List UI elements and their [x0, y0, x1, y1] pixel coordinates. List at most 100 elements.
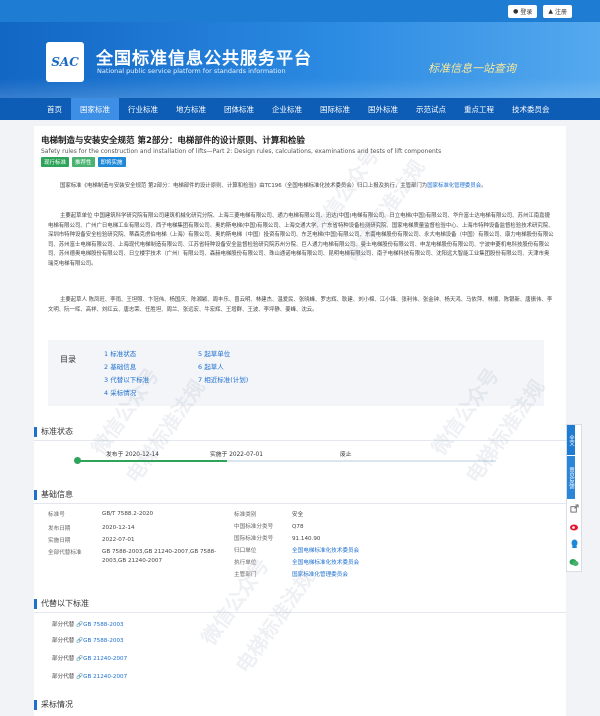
site-banner: SAC 全国标准信息公共服务平台 National public service… [0, 22, 600, 98]
description-paragraph: 国家标准《电梯制造与安装安全规范 第2部分：电梯部件的设计原则、计算和检验》由T… [48, 182, 554, 192]
replace-type: 部分代替 [52, 674, 75, 680]
status-tag: 推荐性 [72, 157, 95, 167]
nav-item[interactable]: 国外标准 [359, 98, 407, 120]
nav-item[interactable]: 国家标准 [71, 98, 119, 120]
info-value: 2020-12-14 [102, 525, 135, 531]
info-key: 标准类别 [234, 512, 257, 518]
replace-item: 部分代替 🔗GB 21240-2007 [52, 654, 127, 662]
department-link[interactable]: 国家标准化管理委员会 [427, 183, 481, 189]
sac-logo[interactable]: SAC [46, 42, 84, 82]
info-row: 主管部门 国家标准化管理委员会 [234, 570, 348, 578]
replace-type: 部分代替 [52, 622, 75, 628]
register-label: 注册 [554, 8, 567, 16]
site-subtitle: National public service platform for sta… [97, 67, 286, 75]
standard-english-title: Safety rules for the construction and in… [41, 148, 442, 155]
nav-item[interactable]: 行业标准 [119, 98, 167, 120]
info-value: Q78 [292, 524, 304, 530]
main-nav: 首页 国家标准 行业标准 地方标准 团体标准 企业标准 国际标准 国外标准 示范试点 重点工程 技术… [0, 98, 600, 120]
info-key: 国际标准分类号 [234, 536, 274, 542]
info-value: GB 7588-2003,GB 21240-2007,GB 7588-2003,… [102, 549, 217, 564]
replace-standard-link[interactable]: GB 7588-2003 [83, 638, 123, 644]
info-value: 2022-07-01 [102, 537, 135, 543]
watermark: 电梯标准法规 [228, 563, 321, 678]
nav-item[interactable]: 团体标准 [215, 98, 263, 120]
watermark-text: 微信公众号 [196, 553, 274, 650]
toc-item-status[interactable]: 1 标准状态 [104, 348, 136, 358]
adopt-heading-text: 采标情况 [41, 700, 73, 709]
top-bar: ● 登录 ▲ 注册 [0, 0, 600, 22]
info-row: 实施日期 2022-07-01 [48, 536, 248, 545]
floating-sidebar: 全文 意见反馈 [566, 424, 582, 572]
qq-icon[interactable] [567, 535, 581, 553]
toc-item-similar[interactable]: 7 相近标准(计划) [198, 374, 248, 384]
status-heading-text: 标准状态 [41, 427, 73, 436]
weibo-icon[interactable] [567, 517, 581, 535]
nav-item[interactable]: 国际标准 [311, 98, 359, 120]
nav-item[interactable]: 技术委员会 [503, 98, 559, 120]
replace-heading-text: 代替以下标准 [41, 599, 89, 608]
nav-item[interactable]: 重点工程 [455, 98, 503, 120]
toc-item-units[interactable]: 5 起草单位 [198, 348, 230, 358]
implement-date: 实施于 2022-07-01 [210, 452, 263, 458]
toc-item-basic[interactable]: 2 基础信息 [104, 361, 136, 371]
login-button[interactable]: ● 登录 [508, 4, 538, 18]
status-tag: 现行标准 [41, 157, 70, 167]
info-row: 发布日期 2020-12-14 [48, 524, 248, 533]
replace-item: 部分代替 🔗GB 7588-2003 [52, 636, 124, 644]
logo-text: SAC [51, 55, 79, 69]
table-of-contents: 目录 1 标准状态 2 基础信息 3 代替以下标准 4 采标情况 5 起草单位 … [48, 340, 544, 406]
info-key: 标准号 [48, 512, 65, 518]
nav-item[interactable]: 地方标准 [167, 98, 215, 120]
basic-section-heading: 基础信息 [34, 489, 73, 500]
status-timeline [76, 460, 496, 462]
banner-slogan: 标准信息一站查询 [428, 62, 516, 75]
fulltext-button[interactable]: 全文 [567, 425, 575, 455]
heading-bar [34, 426, 37, 437]
toc-item-drafters[interactable]: 6 起草人 [198, 361, 224, 371]
drafting-units-paragraph: 主要起草单位 中国建筑科学研究院有限公司建筑机械化研究分院、上海三菱电梯有限公司… [48, 213, 554, 267]
toc-item-replace[interactable]: 3 代替以下标准 [104, 374, 149, 384]
replace-standard-link[interactable]: GB 7588-2003 [83, 622, 123, 628]
replace-standard-link[interactable]: GB 21240-2007 [83, 674, 127, 680]
nav-item[interactable]: 首页 [38, 98, 71, 120]
nav-item[interactable]: 企业标准 [263, 98, 311, 120]
description-text: 国家标准《电梯制造与安装安全规范 第2部分：电梯部件的设计原则、计算和检验》由T… [60, 183, 428, 189]
register-button[interactable]: ▲ 注册 [543, 4, 572, 18]
replace-standard-link[interactable]: GB 21240-2007 [83, 656, 127, 662]
heading-bar [34, 699, 37, 710]
info-link[interactable]: 全国电梯标准化技术委员会 [292, 560, 359, 566]
standard-detail-card: 电梯制造与安装安全规范 第2部分：电梯部件的设计原则、计算和检验 Safety … [34, 126, 566, 716]
replace-item: 部分代替 🔗GB 7588-2003 [52, 620, 124, 628]
basic-heading-text: 基础信息 [41, 490, 73, 499]
status-tag: 即将实施 [97, 157, 126, 167]
standard-title: 电梯制造与安装安全规范 第2部分：电梯部件的设计原则、计算和检验 [41, 136, 305, 146]
replace-type: 部分代替 [52, 656, 75, 662]
user-icon: ● [513, 7, 519, 15]
info-row: 标准号 GB/T 7588.2-2020 [48, 510, 248, 519]
divider [34, 440, 566, 441]
description-suffix: 。 [481, 183, 487, 189]
replace-item: 部分代替 🔗GB 21240-2007 [52, 672, 127, 680]
info-link[interactable]: 全国电梯标准化技术委员会 [292, 548, 359, 554]
banner-wave [0, 78, 600, 98]
status-tags: 现行标准 推荐性 即将实施 [41, 157, 126, 167]
nav-item[interactable]: 示范试点 [407, 98, 455, 120]
fulltext-label: 全文 [568, 434, 574, 446]
info-value: GB/T 7588.2-2020 [102, 511, 154, 517]
toc-item-adopt[interactable]: 4 采标情况 [104, 387, 136, 397]
feedback-button[interactable]: 意见反馈 [567, 455, 575, 499]
timeline-progress [76, 460, 228, 462]
person-add-icon: ▲ [548, 7, 553, 15]
info-link[interactable]: 国家标准化管理委员会 [292, 572, 348, 578]
watermark-text: 电梯标准法规 [230, 565, 320, 678]
share-icon[interactable] [567, 499, 581, 517]
info-row: 中国标准分类号 Q78 [234, 522, 304, 530]
divider [34, 503, 566, 504]
info-row: 执行单位 全国电梯标准化技术委员会 [234, 558, 359, 566]
info-row: 标准类别 安全 [234, 510, 303, 518]
timeline-start-dot [74, 457, 81, 464]
wechat-icon[interactable] [567, 553, 581, 571]
info-key: 实施日期 [48, 538, 71, 544]
abolish-label: 废止 [340, 452, 352, 458]
info-value: 安全 [292, 512, 304, 518]
